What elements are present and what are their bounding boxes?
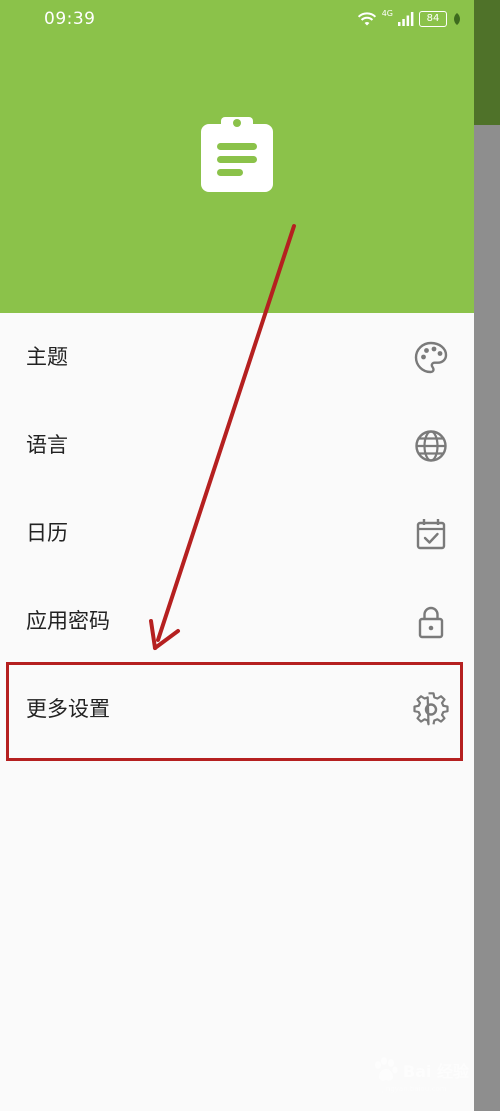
navigation-drawer: 09:39 4G 84 主题 语言 日历 应用密码 更多设置	[0, 0, 474, 1111]
palette-icon	[413, 340, 449, 376]
menu-item-label: 主题	[26, 345, 68, 369]
menu-item-app-password[interactable]: 应用密码	[0, 577, 474, 665]
wifi-icon	[357, 12, 376, 26]
menu-item-theme[interactable]: 主题	[0, 313, 474, 401]
baidu-watermark: Bai 经验 jingyan.baidu.com	[370, 1052, 488, 1093]
calendar-check-icon	[413, 516, 449, 552]
paw-icon	[375, 1057, 398, 1081]
highlight-box	[6, 662, 463, 761]
drawer-header: 09:39 4G 84	[0, 0, 474, 313]
menu-item-calendar[interactable]: 日历	[0, 489, 474, 577]
signal-icon	[398, 12, 414, 26]
globe-icon	[413, 428, 449, 464]
status-icons: 4G 84	[357, 9, 462, 29]
background-app-strip	[474, 0, 500, 1111]
battery-icon: 84	[419, 11, 447, 27]
watermark-text: Bai 经验	[403, 1062, 470, 1081]
menu-item-label: 应用密码	[26, 609, 110, 633]
menu-item-language[interactable]: 语言	[0, 401, 474, 489]
menu-item-label: 日历	[26, 521, 68, 545]
network-type-label: 4G	[381, 8, 393, 18]
background-app-header	[474, 0, 500, 125]
clipboard-icon	[201, 117, 273, 192]
watermark-url: jingyan.baidu.com	[382, 1085, 447, 1093]
leaf-icon	[454, 13, 460, 25]
status-bar: 09:39 4G 84	[0, 0, 474, 38]
lock-icon	[413, 604, 449, 640]
menu-item-label: 语言	[26, 433, 68, 457]
status-time: 09:39	[44, 9, 96, 29]
